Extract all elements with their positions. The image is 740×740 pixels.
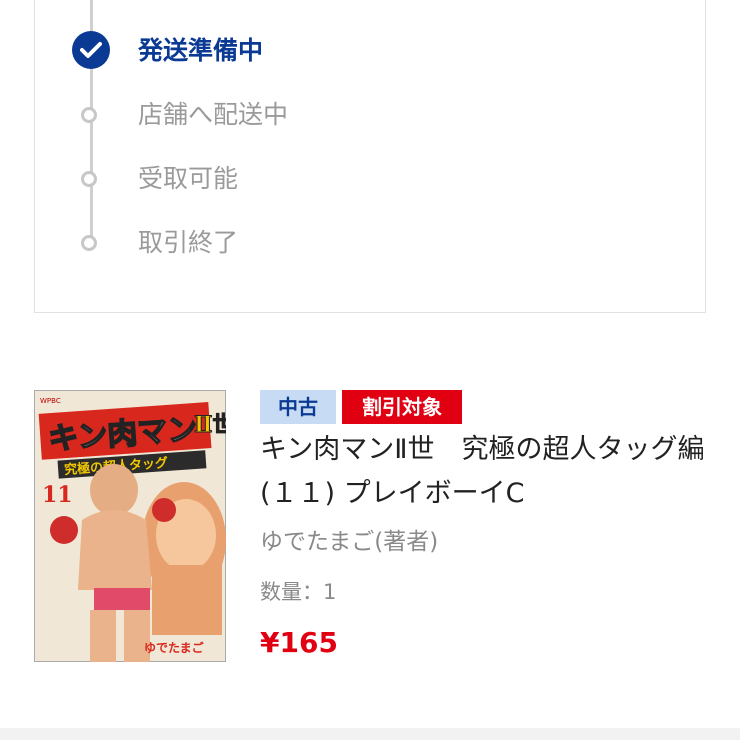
- section-divider: [0, 728, 740, 740]
- cover-publisher: WPBC: [40, 397, 61, 405]
- status-step-label: 取引終了: [138, 228, 239, 257]
- discount-badge: 割引対象: [342, 390, 462, 424]
- product-price: ¥165: [260, 626, 338, 659]
- product-thumbnail[interactable]: WPBC キン肉マン Ⅱ世 究極の超人タッグ 11 ゆでたまご: [34, 390, 226, 662]
- status-step-preparing: 発送準備中: [0, 31, 700, 71]
- status-step-shipping: 店舗へ配送中: [0, 95, 700, 135]
- product-author: ゆでたまご(著者): [260, 529, 439, 555]
- status-step-ready: 受取可能: [0, 159, 700, 199]
- check-icon: [72, 31, 110, 69]
- status-step-complete: 取引終了: [0, 223, 700, 263]
- cover-volume: 11: [42, 482, 73, 508]
- product-quantity: 数量：1: [260, 580, 337, 604]
- product-title[interactable]: キン肉マンⅡ世 究極の超人タッグ編(１１) プレイボーイC: [260, 428, 710, 516]
- circle-icon: [81, 107, 97, 123]
- cover-author: ゆでたまご: [144, 640, 205, 655]
- status-step-label: 店舗へ配送中: [138, 100, 289, 129]
- cover-series-mark: Ⅱ世: [194, 412, 226, 438]
- circle-icon: [81, 235, 97, 251]
- status-step-label: 受取可能: [138, 164, 239, 193]
- used-badge: 中古: [260, 390, 336, 424]
- status-step-label: 発送準備中: [138, 36, 264, 65]
- circle-icon: [81, 171, 97, 187]
